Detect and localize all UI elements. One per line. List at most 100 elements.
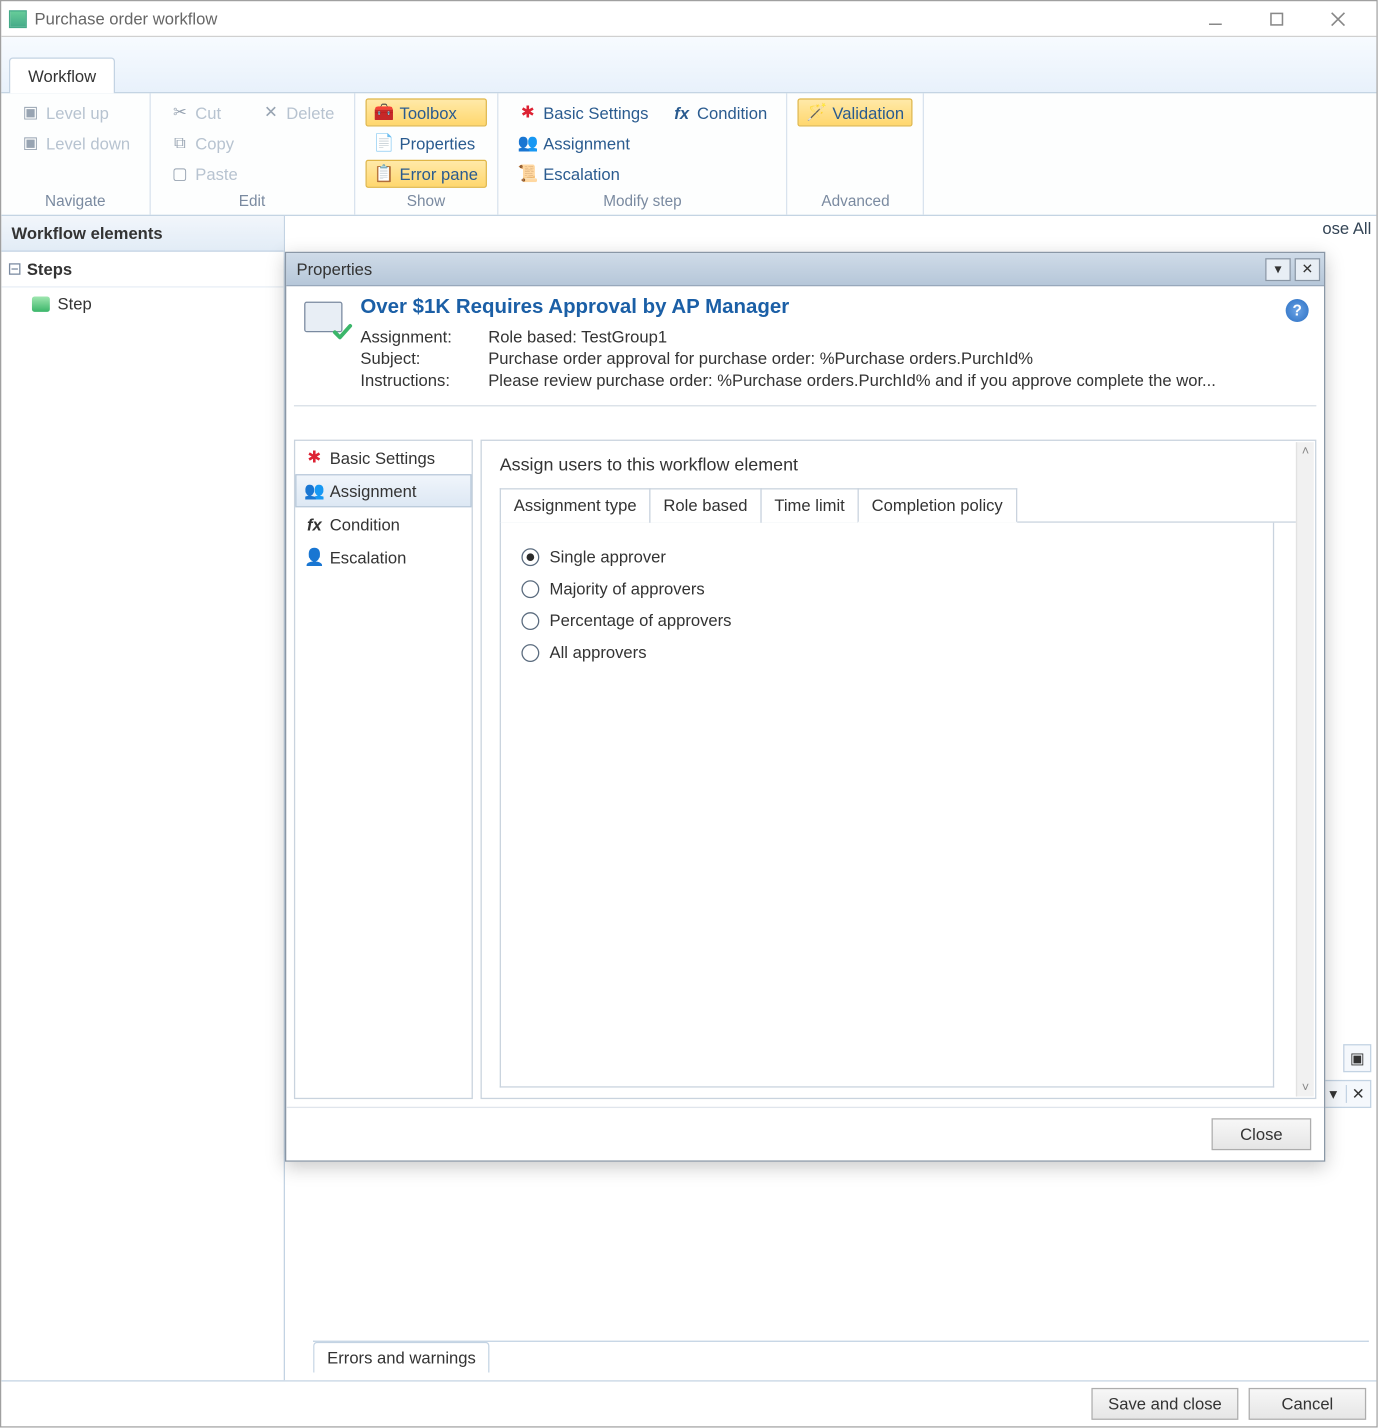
maximize-button[interactable] xyxy=(1254,6,1300,32)
settings-nav-list: ✱Basic Settings 👥Assignment fxCondition … xyxy=(294,440,473,1099)
dialog-dropdown-button[interactable]: ▾ xyxy=(1265,258,1291,281)
delete-icon: ✕ xyxy=(261,102,281,122)
option-all[interactable]: All approvers xyxy=(521,636,1252,668)
group-title-show: Show xyxy=(365,189,487,215)
option-all-label: All approvers xyxy=(550,643,647,662)
group-title-navigate: Navigate xyxy=(12,189,140,215)
errors-warnings-tab[interactable]: Errors and warnings xyxy=(313,1342,490,1373)
option-single-approver[interactable]: Single approver xyxy=(521,541,1252,573)
level-down-button[interactable]: ▣ Level down xyxy=(12,129,140,157)
nav-assignment[interactable]: 👥 Assignment xyxy=(295,474,471,507)
instructions-value: Please review purchase order: %Purchase … xyxy=(488,371,1301,390)
error-pane-button[interactable]: 📋Error pane xyxy=(365,160,487,188)
dialog-heading: Over $1K Requires Approval by AP Manager xyxy=(360,296,1301,319)
expand-button[interactable]: ▣ xyxy=(1343,1044,1371,1072)
paste-icon: ▢ xyxy=(170,164,190,184)
user-icon: 👥 xyxy=(518,133,538,153)
window-title: Purchase order workflow xyxy=(35,9,218,28)
ribbon-group-edit: ✂ Cut ⧉Copy ▢ Paste ✕ Delete Edit xyxy=(151,93,355,214)
paste-button[interactable]: ▢ Paste xyxy=(161,160,247,188)
toolbox-button[interactable]: 🧰Toolbox xyxy=(365,98,487,126)
assignment-value: Role based: TestGroup1 xyxy=(488,327,1301,346)
nav-escalation[interactable]: 👤Escalation xyxy=(295,541,471,574)
completion-policy-panel: Single approver Majority of approvers Pe… xyxy=(500,523,1274,1088)
fx-icon: fx xyxy=(304,514,324,534)
option-majority[interactable]: Majority of approvers xyxy=(521,573,1252,605)
cancel-button[interactable]: Cancel xyxy=(1249,1388,1367,1420)
properties-icon: 📄 xyxy=(374,133,394,153)
level-up-icon: ▣ xyxy=(20,102,40,122)
properties-button[interactable]: 📄Properties xyxy=(365,129,487,157)
step-item[interactable]: Step xyxy=(1,288,283,320)
option-majority-label: Majority of approvers xyxy=(550,579,705,598)
condition-label: Condition xyxy=(697,103,767,122)
close-button[interactable] xyxy=(1315,6,1361,32)
tab-time-limit[interactable]: Time limit xyxy=(760,488,859,523)
dialog-close-button[interactable]: ✕ xyxy=(1295,258,1321,281)
radio-icon xyxy=(521,548,539,566)
scrollbar[interactable]: ˄ ˅ xyxy=(1296,442,1314,1096)
tab-completion-policy[interactable]: Completion policy xyxy=(858,488,1017,523)
nav-condition-label: Condition xyxy=(330,514,400,533)
tab-assignment-type[interactable]: Assignment type xyxy=(500,488,651,523)
basic-settings-label: Basic Settings xyxy=(543,103,648,122)
level-up-button[interactable]: ▣ Level up xyxy=(12,98,140,126)
ribbon-tab-strip: Workflow xyxy=(1,37,1376,93)
nav-basic-label: Basic Settings xyxy=(330,448,435,467)
cut-label: Cut xyxy=(195,103,221,122)
validation-label: Validation xyxy=(832,103,904,122)
app-icon xyxy=(9,10,27,28)
nav-condition[interactable]: fx Condition xyxy=(295,507,471,540)
dialog-close-footer-button[interactable]: Close xyxy=(1212,1118,1312,1150)
condition-button[interactable]: fxCondition xyxy=(663,98,777,126)
basic-settings-button[interactable]: ✱ Basic Settings xyxy=(509,98,658,126)
nav-dropdown[interactable]: ▾✕ xyxy=(1320,1080,1371,1108)
collapse-icon xyxy=(9,263,21,275)
tab-role-based[interactable]: Role based xyxy=(649,488,761,523)
steps-group-header[interactable]: Steps xyxy=(1,252,283,288)
group-title-modify: Modify step xyxy=(509,189,777,215)
error-pane-icon: 📋 xyxy=(374,164,394,184)
validation-button[interactable]: 🪄Validation xyxy=(798,98,913,126)
footer-bar: Save and close Cancel xyxy=(1,1380,1376,1426)
group-title-edit: Edit xyxy=(161,189,344,215)
minimize-button[interactable] xyxy=(1192,6,1238,32)
nav-assignment-label: Assignment xyxy=(330,481,417,500)
dialog-title-bar: Properties ▾ ✕ xyxy=(286,253,1324,286)
option-percentage-label: Percentage of approvers xyxy=(550,611,732,630)
scroll-up-icon: ˄ xyxy=(1297,442,1314,460)
save-and-close-button[interactable]: Save and close xyxy=(1092,1388,1239,1420)
level-down-label: Level down xyxy=(46,134,130,153)
user-icon: 👥 xyxy=(304,481,324,501)
nav-basic-settings[interactable]: ✱Basic Settings xyxy=(295,441,471,474)
dialog-body: ✱Basic Settings 👥Assignment fxCondition … xyxy=(286,406,1324,1106)
delete-label: Delete xyxy=(286,103,334,122)
level-up-label: Level up xyxy=(46,103,109,122)
ribbon-tab-workflow[interactable]: Workflow xyxy=(9,58,115,94)
subject-value: Purchase order approval for purchase ord… xyxy=(488,349,1301,368)
delete-button[interactable]: ✕ Delete xyxy=(252,98,343,126)
copy-button[interactable]: ⧉Copy xyxy=(161,129,247,157)
ribbon-group-show: 🧰Toolbox 📄Properties 📋Error pane Show xyxy=(355,93,499,214)
radio-icon xyxy=(521,612,539,630)
radio-icon xyxy=(521,643,539,661)
steps-header-label: Steps xyxy=(27,259,72,278)
collapse-all-partial: ose All xyxy=(1322,219,1371,238)
copy-icon: ⧉ xyxy=(170,133,190,153)
instructions-label: Instructions: xyxy=(360,371,488,390)
workflow-elements-panel: Workflow elements Steps Step xyxy=(1,216,285,1380)
scissors-icon: ✂ xyxy=(170,102,190,122)
cut-button[interactable]: ✂ Cut xyxy=(161,98,247,126)
asterisk-icon: ✱ xyxy=(518,102,538,122)
paste-label: Paste xyxy=(195,164,237,183)
assignment-label: Assignment: xyxy=(360,327,488,346)
ribbon-group-navigate: ▣ Level up ▣ Level down Navigate xyxy=(1,93,150,214)
step-icon xyxy=(32,296,50,311)
step-item-label: Step xyxy=(58,294,92,313)
level-down-icon: ▣ xyxy=(20,133,40,153)
option-percentage[interactable]: Percentage of approvers xyxy=(521,604,1252,636)
assignment-button[interactable]: 👥Assignment xyxy=(509,129,658,157)
help-icon[interactable]: ? xyxy=(1286,299,1309,322)
ribbon-group-modify: ✱Basic Settings 👥Assignment 📜Escalation … xyxy=(498,93,787,214)
escalation-button[interactable]: 📜Escalation xyxy=(509,160,658,188)
